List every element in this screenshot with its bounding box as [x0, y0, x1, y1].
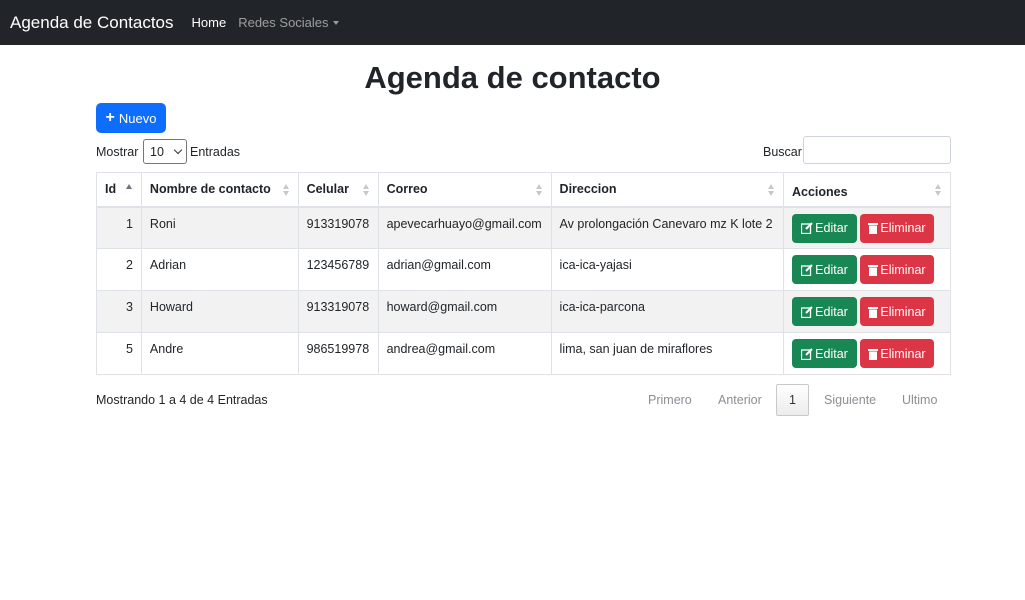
edit-button[interactable]: Editar — [791, 339, 857, 368]
pagination-first[interactable]: Primero — [648, 393, 692, 407]
sort-icon — [767, 184, 775, 196]
plus-icon: + — [105, 109, 115, 126]
sort-icon — [282, 184, 290, 196]
cell-cel: 986519978 — [297, 332, 379, 375]
cell-name: Roni — [140, 206, 299, 249]
header-dir-label: Direccion — [559, 182, 617, 197]
cell-mail: adrian@gmail.com — [377, 248, 552, 291]
new-button-label: Nuevo — [118, 110, 157, 126]
delete-label: Eliminar — [880, 221, 926, 235]
header-id-label: Id — [105, 182, 117, 197]
new-contact-button[interactable]: + Nuevo — [96, 103, 166, 133]
sort-icon — [935, 184, 942, 196]
header-actions-label: Acciones — [791, 185, 848, 200]
search-label: Buscar: — [763, 145, 806, 159]
entries-label: Entradas — [190, 145, 241, 159]
header-id[interactable]: Id — [96, 172, 142, 208]
cell-name: Adrian — [140, 248, 299, 291]
cell-cel: 913319078 — [297, 206, 379, 249]
delete-button[interactable]: Eliminar — [859, 339, 934, 368]
delete-button[interactable]: Eliminar — [859, 213, 934, 243]
chevron-down-icon — [173, 145, 183, 155]
cell-cel: 123456789 — [297, 248, 379, 291]
cell-name: Andre — [140, 332, 299, 375]
delete-button[interactable]: Eliminar — [859, 255, 934, 284]
trash-icon — [868, 264, 879, 276]
page-size-select[interactable]: 10 — [143, 139, 187, 164]
cell-id: 3 — [96, 290, 142, 333]
cell-dir: Av prolongación Canevaro mz K lote 2 — [550, 206, 784, 249]
pagination-previous[interactable]: Anterior — [718, 393, 762, 407]
pagination-current-page[interactable]: 1 — [776, 384, 809, 416]
trash-icon — [868, 223, 879, 234]
cell-id: 5 — [96, 332, 142, 375]
table-info: Mostrando 1 a 4 de 4 Entradas — [96, 393, 268, 407]
edit-label: Editar — [815, 221, 848, 235]
cell-id: 1 — [96, 206, 142, 249]
delete-label: Eliminar — [880, 262, 926, 277]
nav-social-dropdown[interactable]: Redes Sociales — [238, 15, 339, 30]
edit-icon — [801, 305, 813, 318]
cell-cel: 913319078 — [297, 290, 379, 333]
search-input[interactable] — [803, 136, 951, 164]
edit-label: Editar — [815, 262, 848, 277]
header-cel[interactable]: Celular — [297, 172, 379, 208]
trash-icon — [868, 306, 879, 318]
contacts-table: Id Nombre de contacto Celular Correo Dir… — [96, 172, 952, 375]
cell-actions: Editar Eliminar — [782, 290, 952, 333]
cell-actions: Editar Eliminar — [782, 332, 952, 375]
edit-icon — [801, 263, 813, 276]
edit-icon — [801, 347, 813, 360]
header-dir[interactable]: Direccion — [550, 172, 784, 208]
header-cel-label: Celular — [306, 182, 349, 197]
table-row: 1 Roni 913319078 apevecarhuayo@gmail.com… — [96, 206, 952, 249]
table-row: 3 Howard 913319078 howard@gmail.com ica-… — [96, 290, 952, 333]
header-mail-label: Correo — [386, 182, 428, 197]
cell-dir: lima, san juan de miraflores — [550, 332, 784, 375]
cell-actions: Editar Eliminar — [782, 248, 952, 291]
sort-icon — [362, 184, 370, 196]
pagination-last[interactable]: Ultimo — [902, 393, 937, 407]
cell-mail: howard@gmail.com — [377, 290, 552, 333]
cell-mail: andrea@gmail.com — [377, 332, 552, 375]
header-mail[interactable]: Correo — [377, 172, 552, 208]
edit-icon — [801, 222, 813, 234]
cell-dir: ica-ica-parcona — [550, 290, 784, 333]
pagination-next[interactable]: Siguiente — [824, 393, 876, 407]
edit-button[interactable]: Editar — [791, 213, 857, 243]
cell-actions: Editar Eliminar — [782, 206, 952, 249]
cell-mail: apevecarhuayo@gmail.com — [377, 206, 552, 249]
header-name[interactable]: Nombre de contacto — [140, 172, 299, 208]
sort-icon — [535, 184, 543, 196]
header-name-label: Nombre de contacto — [149, 182, 271, 197]
delete-button[interactable]: Eliminar — [859, 297, 934, 326]
cell-id: 2 — [96, 248, 142, 291]
table-row: 2 Adrian 123456789 adrian@gmail.com ica-… — [96, 248, 952, 291]
edit-button[interactable]: Editar — [791, 297, 857, 326]
page-title: Agenda de contacto — [364, 60, 661, 95]
nav-social-label: Redes Sociales — [238, 15, 329, 30]
table-header-row: Id Nombre de contacto Celular Correo Dir… — [96, 172, 952, 208]
header-actions[interactable]: Acciones — [782, 172, 952, 208]
table-row: 5 Andre 986519978 andrea@gmail.com lima,… — [96, 332, 952, 375]
navbar: Agenda de Contactos Home Redes Sociales — [0, 0, 1025, 45]
delete-label: Eliminar — [880, 304, 926, 319]
nav-home[interactable]: Home — [192, 15, 227, 30]
sort-asc-icon — [126, 184, 133, 196]
show-label: Mostrar — [96, 145, 139, 159]
trash-icon — [868, 348, 879, 360]
brand-link[interactable]: Agenda de Contactos — [10, 13, 174, 33]
delete-label: Eliminar — [880, 346, 926, 361]
page-size-value: 10 — [150, 144, 164, 159]
caret-down-icon — [332, 20, 339, 25]
edit-button[interactable]: Editar — [791, 255, 857, 284]
edit-label: Editar — [815, 346, 848, 361]
cell-dir: ica-ica-yajasi — [550, 248, 784, 291]
cell-name: Howard — [140, 290, 299, 333]
edit-label: Editar — [815, 304, 848, 319]
